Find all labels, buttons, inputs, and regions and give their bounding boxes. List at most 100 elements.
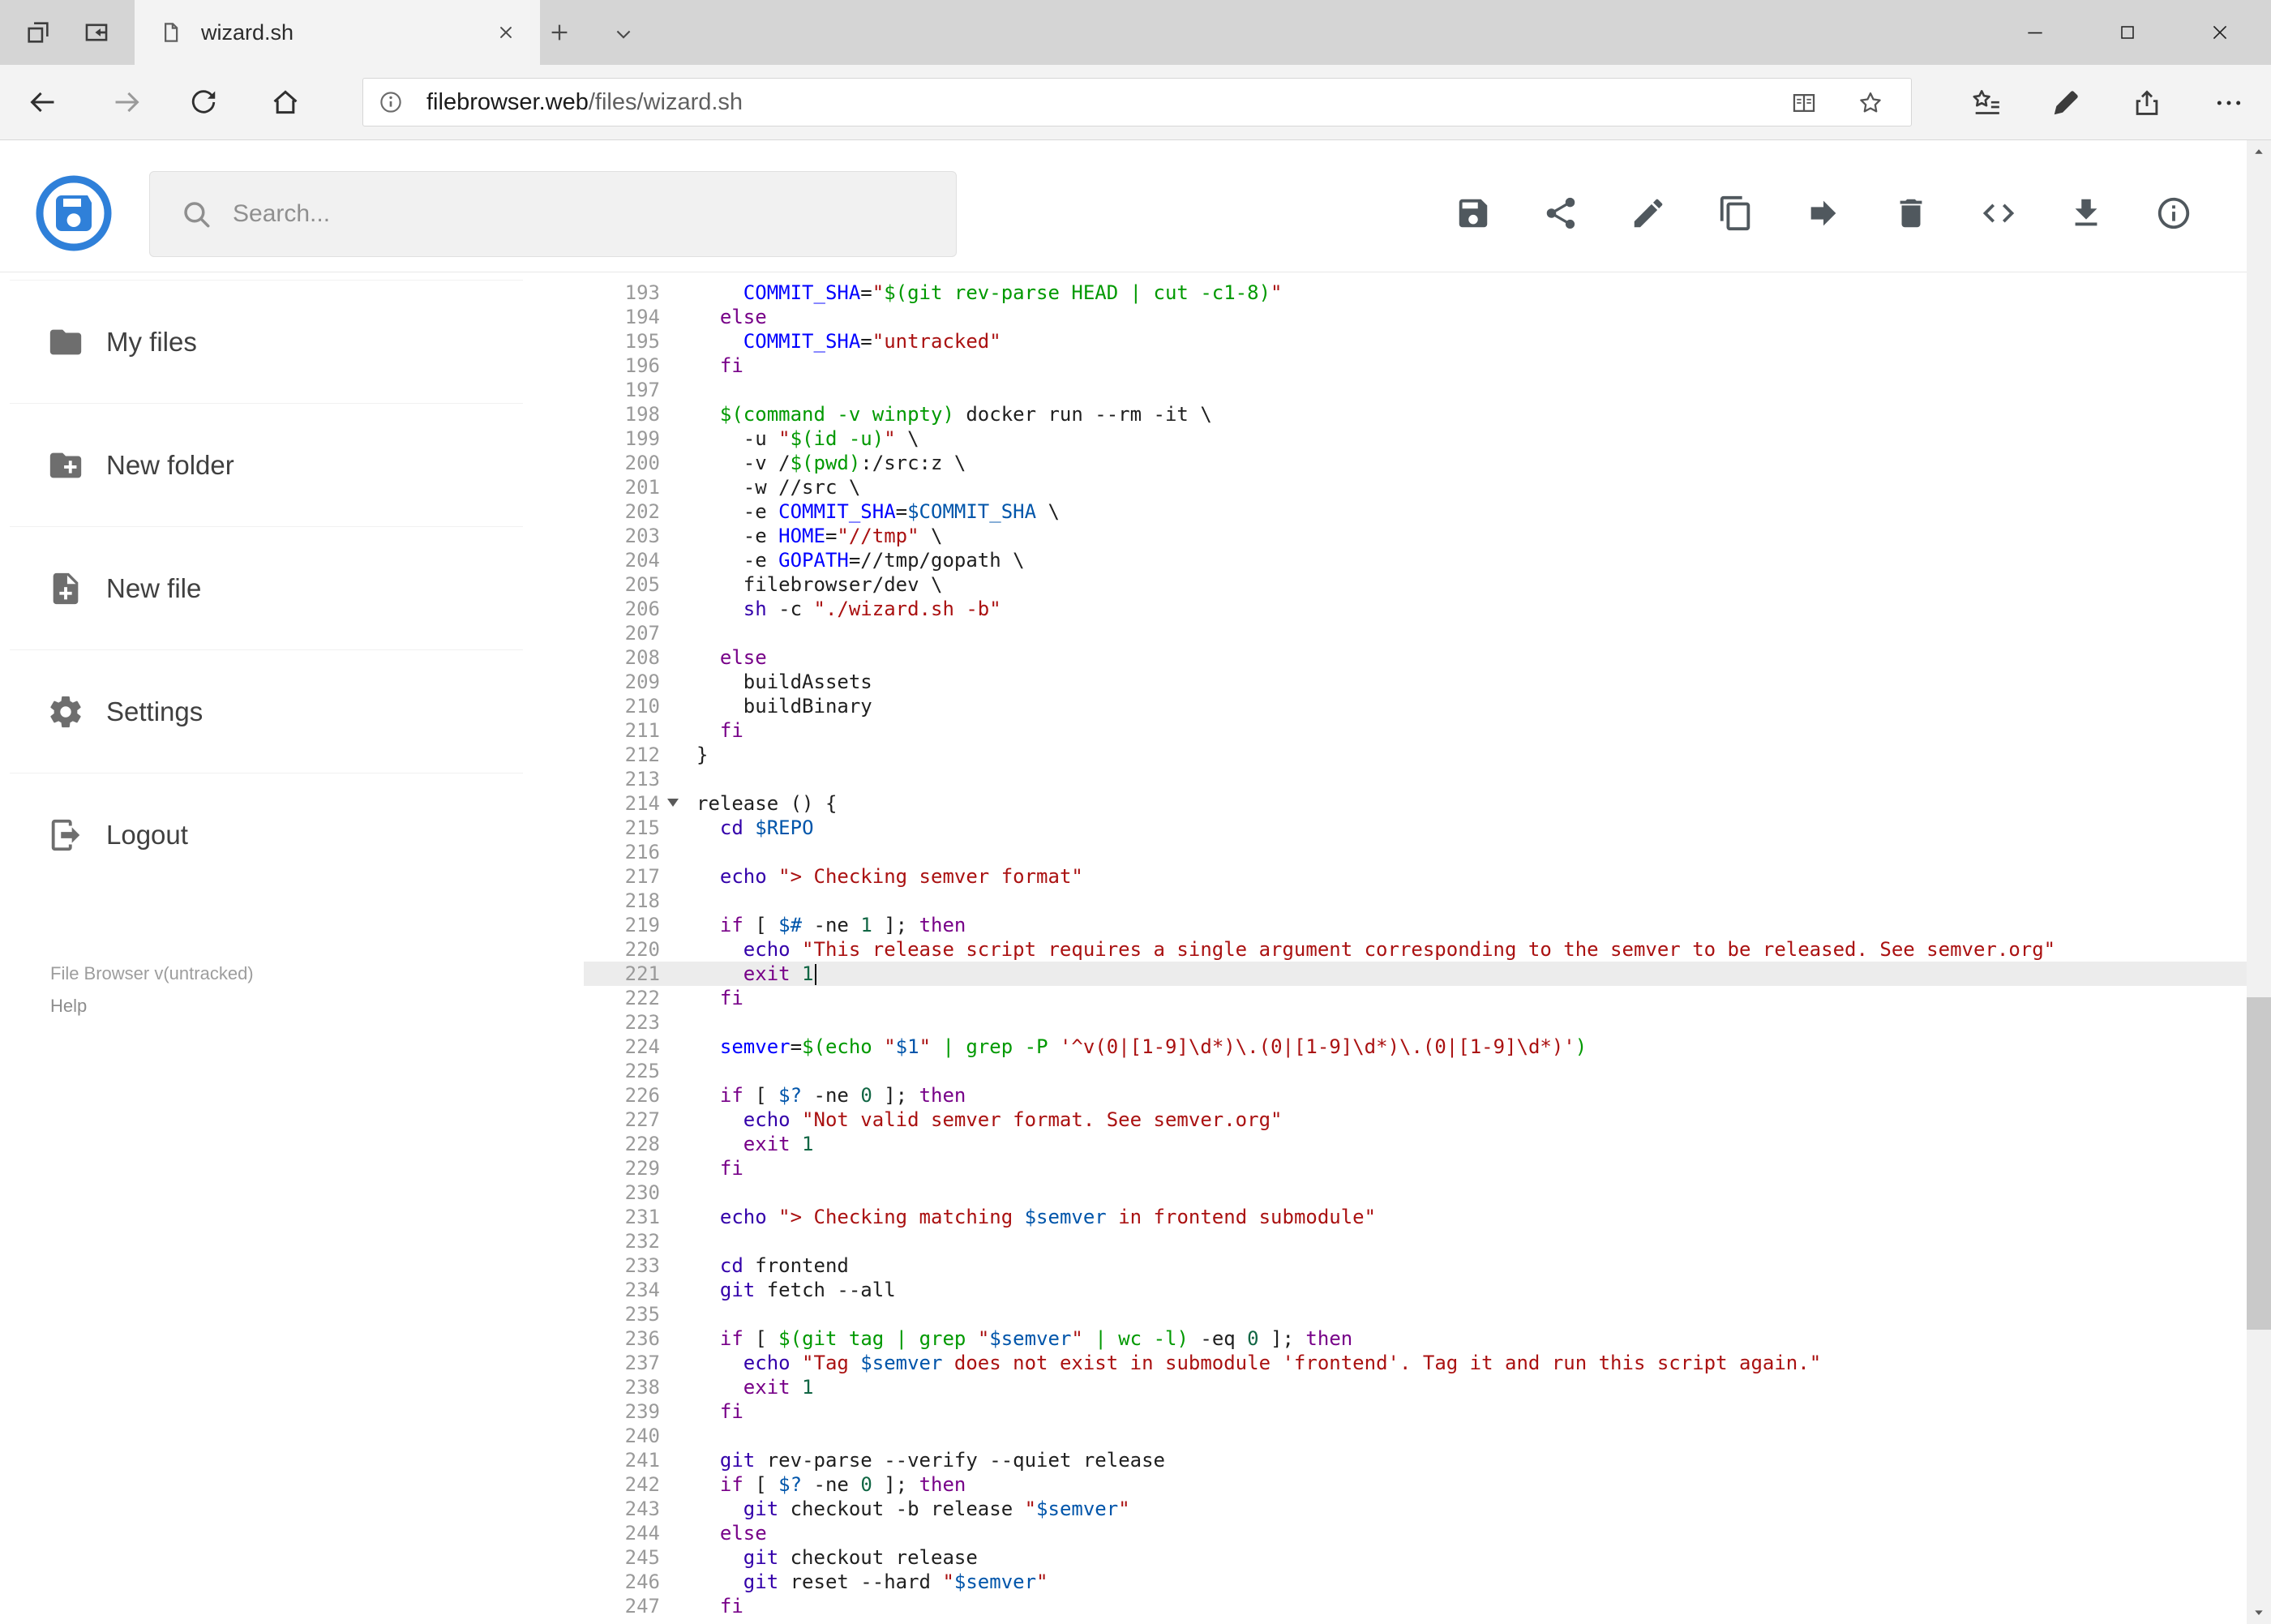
- home-button[interactable]: [266, 83, 305, 122]
- code-line-244[interactable]: 244 else: [584, 1521, 2247, 1545]
- code-line-243[interactable]: 243 git checkout -b release "$semver": [584, 1497, 2247, 1521]
- code-line-235[interactable]: 235: [584, 1302, 2247, 1326]
- browser-tab[interactable]: wizard.sh: [135, 0, 540, 65]
- sidebar-item-new-folder[interactable]: New folder: [10, 403, 523, 526]
- code-line-223[interactable]: 223: [584, 1010, 2247, 1035]
- forward-button[interactable]: [107, 83, 146, 122]
- code-line-240[interactable]: 240: [584, 1424, 2247, 1448]
- search-input[interactable]: [233, 200, 914, 228]
- code-line-196[interactable]: 196 fi: [584, 354, 2247, 378]
- sidebar-item-logout[interactable]: Logout: [10, 773, 523, 896]
- code-line-213[interactable]: 213: [584, 767, 2247, 791]
- code-line-203[interactable]: 203 -e HOME="//tmp" \: [584, 524, 2247, 548]
- tab-close-button[interactable]: [493, 19, 519, 45]
- code-line-225[interactable]: 225: [584, 1059, 2247, 1083]
- code-line-238[interactable]: 238 exit 1: [584, 1375, 2247, 1399]
- code-line-246[interactable]: 246 git reset --hard "$semver": [584, 1570, 2247, 1594]
- edit-button[interactable]: [1622, 187, 1674, 239]
- code-line-237[interactable]: 237 echo "Tag $semver does not exist in …: [584, 1351, 2247, 1375]
- show-set-aside-tabs-button[interactable]: [23, 17, 54, 48]
- code-line-247[interactable]: 247 fi: [584, 1594, 2247, 1618]
- delete-button[interactable]: [1885, 187, 1937, 239]
- url-field[interactable]: filebrowser.web/files/wizard.sh: [362, 78, 1912, 126]
- fold-marker-icon[interactable]: [667, 799, 679, 807]
- code-line-239[interactable]: 239 fi: [584, 1399, 2247, 1424]
- code-line-226[interactable]: 226 if [ $? -ne 0 ]; then: [584, 1083, 2247, 1108]
- scroll-down-button[interactable]: [2247, 1600, 2271, 1624]
- new-tab-button[interactable]: [545, 18, 574, 47]
- code-line-198[interactable]: 198 $(command -v winpty) docker run --rm…: [584, 402, 2247, 426]
- code-line-236[interactable]: 236 if [ $(git tag | grep "$semver" | wc…: [584, 1326, 2247, 1351]
- code-line-195[interactable]: 195 COMMIT_SHA="untracked": [584, 329, 2247, 354]
- code-line-208[interactable]: 208 else: [584, 645, 2247, 670]
- web-note-button[interactable]: [2048, 85, 2084, 121]
- tab-preview-toggle-button[interactable]: [610, 20, 637, 48]
- code-line-231[interactable]: 231 echo "> Checking matching $semver in…: [584, 1205, 2247, 1229]
- sidebar-item-my-files[interactable]: My files: [10, 280, 523, 403]
- scrollbar-thumb[interactable]: [2247, 997, 2271, 1330]
- code-line-210[interactable]: 210 buildBinary: [584, 694, 2247, 718]
- code-line-209[interactable]: 209 buildAssets: [584, 670, 2247, 694]
- site-info-icon[interactable]: [378, 89, 404, 115]
- code-line-242[interactable]: 242 if [ $? -ne 0 ]; then: [584, 1472, 2247, 1497]
- code-line-207[interactable]: 207: [584, 621, 2247, 645]
- search-box[interactable]: [149, 171, 957, 257]
- scroll-up-button[interactable]: [2247, 140, 2271, 165]
- code-line-212[interactable]: 212}: [584, 743, 2247, 767]
- filebrowser-logo[interactable]: [35, 174, 113, 252]
- code-line-241[interactable]: 241 git rev-parse --verify --quiet relea…: [584, 1448, 2247, 1472]
- code-line-228[interactable]: 228 exit 1: [584, 1132, 2247, 1156]
- code-line-227[interactable]: 227 echo "Not valid semver format. See s…: [584, 1108, 2247, 1132]
- code-line-230[interactable]: 230: [584, 1181, 2247, 1205]
- code-line-221[interactable]: 221 exit 1: [584, 962, 2247, 986]
- download-button[interactable]: [2060, 187, 2112, 239]
- set-tabs-aside-button[interactable]: [81, 17, 112, 48]
- code-line-199[interactable]: 199 -u "$(id -u)" \: [584, 426, 2247, 451]
- code-editor[interactable]: 193 COMMIT_SHA="$(git rev-parse HEAD | c…: [584, 272, 2247, 1624]
- code-line-222[interactable]: 222 fi: [584, 986, 2247, 1010]
- code-line-216[interactable]: 216: [584, 840, 2247, 864]
- refresh-button[interactable]: [184, 83, 223, 122]
- code-button[interactable]: [1973, 187, 2025, 239]
- reading-view-button[interactable]: [1786, 85, 1822, 121]
- code-line-204[interactable]: 204 -e GOPATH=//tmp/gopath \: [584, 548, 2247, 572]
- copy-button[interactable]: [1710, 187, 1762, 239]
- save-button[interactable]: [1447, 187, 1499, 239]
- help-link[interactable]: Help: [50, 990, 254, 1022]
- code-line-193[interactable]: 193 COMMIT_SHA="$(git rev-parse HEAD | c…: [584, 281, 2247, 305]
- code-line-201[interactable]: 201 -w //src \: [584, 475, 2247, 499]
- code-line-232[interactable]: 232: [584, 1229, 2247, 1253]
- code-line-220[interactable]: 220 echo "This release script requires a…: [584, 937, 2247, 962]
- code-line-224[interactable]: 224 semver=$(echo "$1" | grep -P '^v(0|[…: [584, 1035, 2247, 1059]
- share-button[interactable]: [1535, 187, 1587, 239]
- share-page-button[interactable]: [2129, 85, 2165, 121]
- code-line-218[interactable]: 218: [584, 889, 2247, 913]
- info-button[interactable]: [2148, 187, 2200, 239]
- code-line-194[interactable]: 194 else: [584, 305, 2247, 329]
- code-line-234[interactable]: 234 git fetch --all: [584, 1278, 2247, 1302]
- page-scrollbar[interactable]: [2247, 140, 2271, 1624]
- code-line-219[interactable]: 219 if [ $# -ne 1 ]; then: [584, 913, 2247, 937]
- sidebar-item-settings[interactable]: Settings: [10, 649, 523, 773]
- code-line-215[interactable]: 215 cd $REPO: [584, 816, 2247, 840]
- hub-button[interactable]: [1969, 85, 2004, 121]
- minimize-button[interactable]: [1989, 0, 2081, 65]
- code-line-233[interactable]: 233 cd frontend: [584, 1253, 2247, 1278]
- code-line-211[interactable]: 211 fi: [584, 718, 2247, 743]
- code-line-206[interactable]: 206 sh -c "./wizard.sh -b": [584, 597, 2247, 621]
- maximize-button[interactable]: [2081, 0, 2174, 65]
- close-window-button[interactable]: [2174, 0, 2266, 65]
- code-line-229[interactable]: 229 fi: [584, 1156, 2247, 1181]
- back-button[interactable]: [24, 83, 62, 122]
- code-line-200[interactable]: 200 -v /$(pwd):/src:z \: [584, 451, 2247, 475]
- code-line-205[interactable]: 205 filebrowser/dev \: [584, 572, 2247, 597]
- code-line-202[interactable]: 202 -e COMMIT_SHA=$COMMIT_SHA \: [584, 499, 2247, 524]
- code-line-245[interactable]: 245 git checkout release: [584, 1545, 2247, 1570]
- code-line-197[interactable]: 197: [584, 378, 2247, 402]
- move-button[interactable]: [1798, 187, 1849, 239]
- code-line-217[interactable]: 217 echo "> Checking semver format": [584, 864, 2247, 889]
- favorite-button[interactable]: [1853, 85, 1888, 121]
- more-menu-button[interactable]: [2211, 85, 2247, 121]
- code-line-214[interactable]: 214 release () {: [584, 791, 2247, 816]
- sidebar-item-new-file[interactable]: New file: [10, 526, 523, 649]
